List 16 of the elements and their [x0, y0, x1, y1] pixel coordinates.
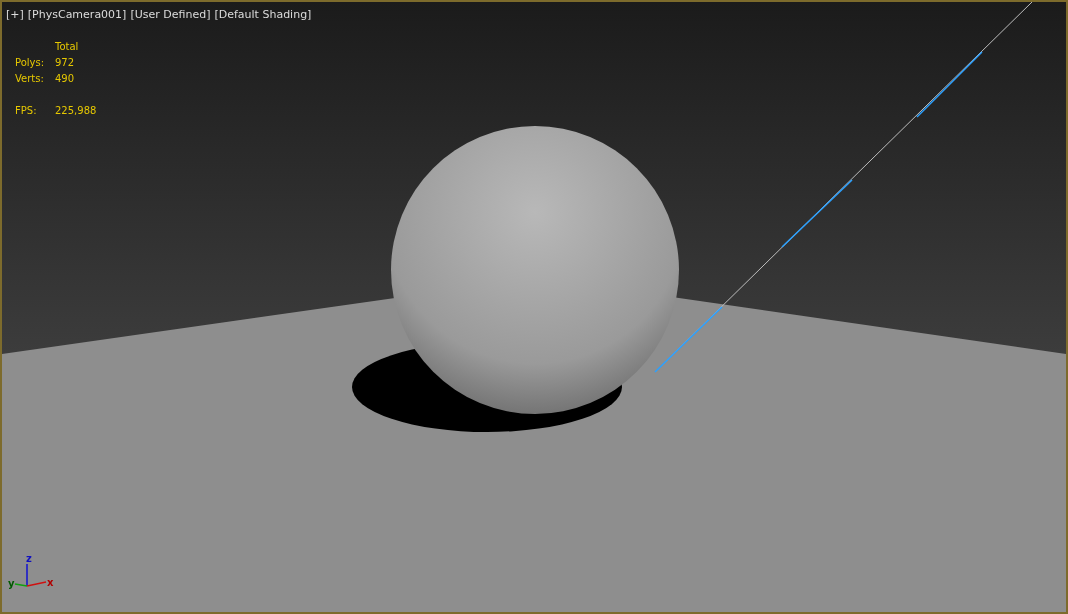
viewport-menu-label[interactable]: [+] — [6, 8, 24, 21]
stat-label: FPS: — [15, 104, 38, 117]
stat-value: 972 — [55, 56, 76, 69]
viewport-menu-label[interactable]: [User Defined] — [130, 8, 211, 21]
viewport-menu-label[interactable]: [PhysCamera001] — [27, 8, 127, 21]
stat-value: 490 — [55, 72, 76, 85]
stats-header: Total — [55, 40, 80, 53]
axis-label: y — [8, 578, 15, 589]
stat-label: Verts: — [15, 72, 45, 85]
stat-label: Polys: — [15, 56, 46, 69]
axis-gizmo — [14, 563, 47, 587]
stat-value: 225,988 — [55, 104, 97, 117]
axis-label: z — [26, 553, 32, 564]
viewport[interactable]: [+] [PhysCamera001] [User Defined] [Default Shading] Total Polys: 972 Verts: 490 FPS: 225,988 z y x — [0, 0, 1068, 614]
viewport-menu-label[interactable]: [Default Shading] — [214, 8, 312, 21]
axis-label: x — [47, 577, 54, 588]
